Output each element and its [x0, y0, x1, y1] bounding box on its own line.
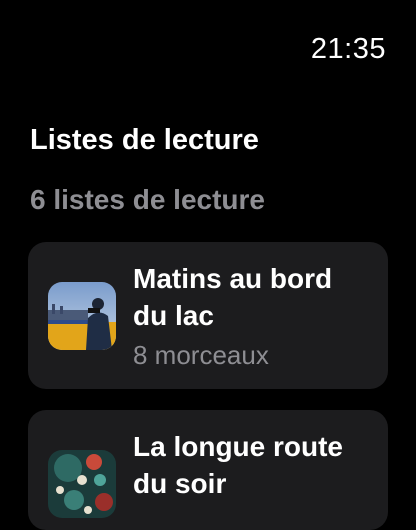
playlist-card[interactable]: Matins au bord du lac 8 morceaux	[28, 242, 388, 389]
evening-road-artwork	[48, 450, 116, 518]
playlist-title: La longue route du soir	[133, 431, 343, 499]
page-title: Listes de lecture	[30, 124, 259, 156]
playlist-title: Matins au bord du lac	[133, 263, 333, 331]
status-time: 21:35	[310, 33, 386, 65]
playlist-track-count: 8 morceaux	[133, 340, 269, 370]
lake-morning-artwork	[48, 282, 116, 350]
playlist-count: 6 listes de lecture	[30, 184, 266, 215]
playlist-card[interactable]: La longue route du soir	[28, 410, 388, 530]
